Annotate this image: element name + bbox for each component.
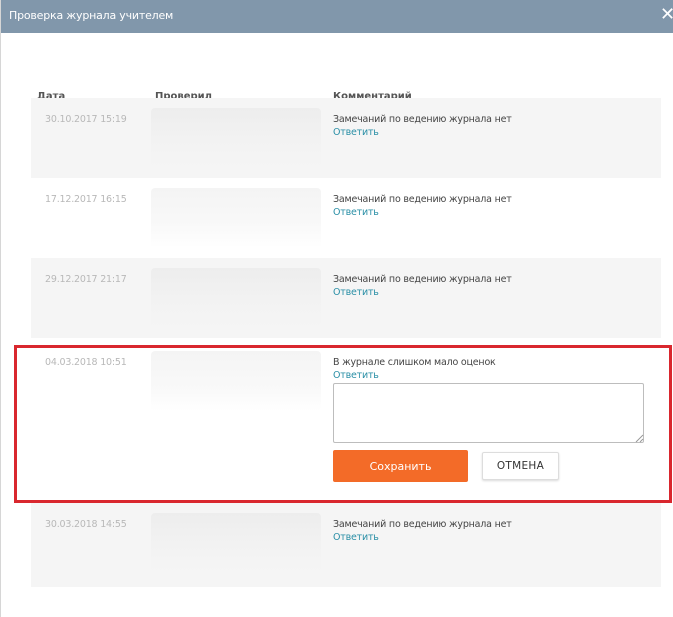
teacher-journal-review-dialog: Проверка журнала учителем ✕ Дата Провери… <box>0 0 673 617</box>
row-date: 30.10.2017 15:19 <box>45 114 127 125</box>
checker-name-redacted <box>151 351 321 411</box>
checker-name-redacted <box>151 513 321 573</box>
row-comment: Замечаний по ведению журнала нет <box>333 519 512 530</box>
table-row: 17.12.2017 16:15 Замечаний по ведению жу… <box>31 178 661 258</box>
row-date: 30.03.2018 14:55 <box>45 519 127 530</box>
row-date: 29.12.2017 21:17 <box>45 274 127 285</box>
row-comment: Замечаний по ведению журнала нет <box>333 274 512 285</box>
reply-link[interactable]: Ответить <box>333 370 379 381</box>
reply-link[interactable]: Ответить <box>333 127 379 138</box>
row-comment: В журнале слишком мало оценок <box>333 357 496 368</box>
reply-link[interactable]: Ответить <box>333 532 379 543</box>
checker-name-redacted <box>151 188 321 248</box>
row-date: 04.03.2018 10:51 <box>45 357 127 368</box>
table-row: 29.12.2017 21:17 Замечаний по ведению жу… <box>31 258 661 338</box>
table-row: 30.10.2017 15:19 Замечаний по ведению жу… <box>31 98 661 178</box>
row-date: 17.12.2017 16:15 <box>45 194 127 205</box>
row-comment: Замечаний по ведению журнала нет <box>333 114 512 125</box>
close-icon[interactable]: ✕ <box>660 5 673 25</box>
row-comment: Замечаний по ведению журнала нет <box>333 194 512 205</box>
cancel-button[interactable]: ОТМЕНА <box>482 452 559 480</box>
table-row-active: 04.03.2018 10:51 В журнале слишком мало … <box>31 341 661 501</box>
checker-name-redacted <box>151 108 321 168</box>
dialog-titlebar: Проверка журнала учителем ✕ <box>1 0 673 33</box>
table-row: 30.03.2018 14:55 Замечаний по ведению жу… <box>31 503 661 587</box>
resize-handle-icon[interactable] <box>634 433 644 443</box>
reply-textarea[interactable] <box>333 383 644 443</box>
dialog-title: Проверка журнала учителем <box>9 9 174 22</box>
reply-link[interactable]: Ответить <box>333 287 379 298</box>
reply-link[interactable]: Ответить <box>333 207 379 218</box>
checker-name-redacted <box>151 268 321 328</box>
save-button[interactable]: Сохранить <box>333 450 468 482</box>
